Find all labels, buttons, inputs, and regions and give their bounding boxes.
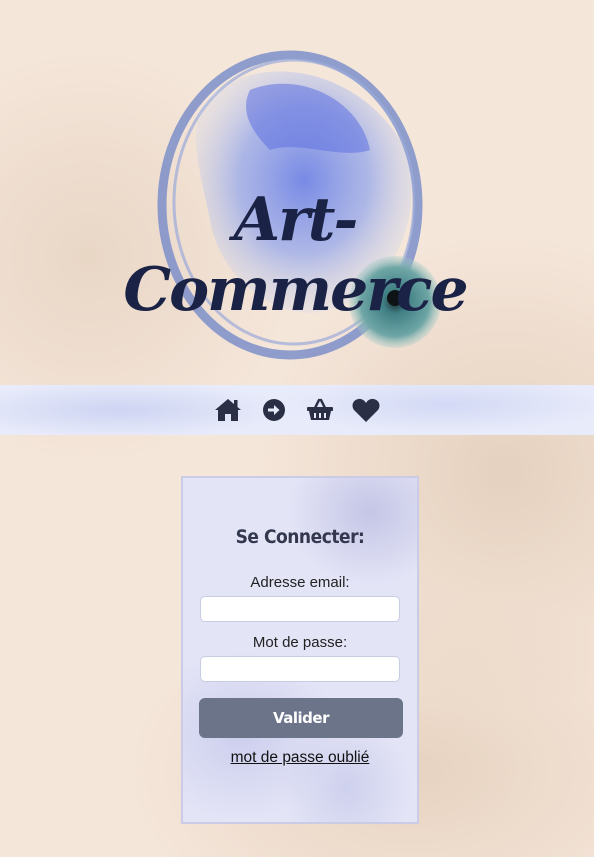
- login-form: Se Connecter: Adresse email: Mot de pass…: [181, 476, 419, 824]
- password-field[interactable]: [200, 656, 400, 682]
- logo-text: Art-Commerce: [123, 185, 468, 325]
- arrow-right-circle-icon: [263, 399, 285, 421]
- login-title: Se Connecter:: [235, 526, 365, 548]
- site-header: Art-Commerce: [0, 0, 594, 385]
- nav-home-button[interactable]: [212, 394, 244, 426]
- nav-bar: [0, 385, 594, 435]
- email-label: Adresse email:: [250, 574, 350, 591]
- site-logo[interactable]: Art-Commerce: [100, 30, 490, 370]
- nav-login-button[interactable]: [258, 394, 290, 426]
- password-label: Mot de passe:: [252, 634, 348, 651]
- heart-icon: [352, 398, 380, 422]
- submit-button[interactable]: Valider: [199, 698, 403, 738]
- nav-basket-button[interactable]: [304, 394, 336, 426]
- basket-icon: [307, 398, 333, 420]
- nav-favorites-button[interactable]: [350, 394, 382, 426]
- home-icon: [215, 399, 241, 421]
- forgot-password-link[interactable]: mot de passe oublié: [183, 749, 417, 767]
- email-field[interactable]: [200, 596, 400, 622]
